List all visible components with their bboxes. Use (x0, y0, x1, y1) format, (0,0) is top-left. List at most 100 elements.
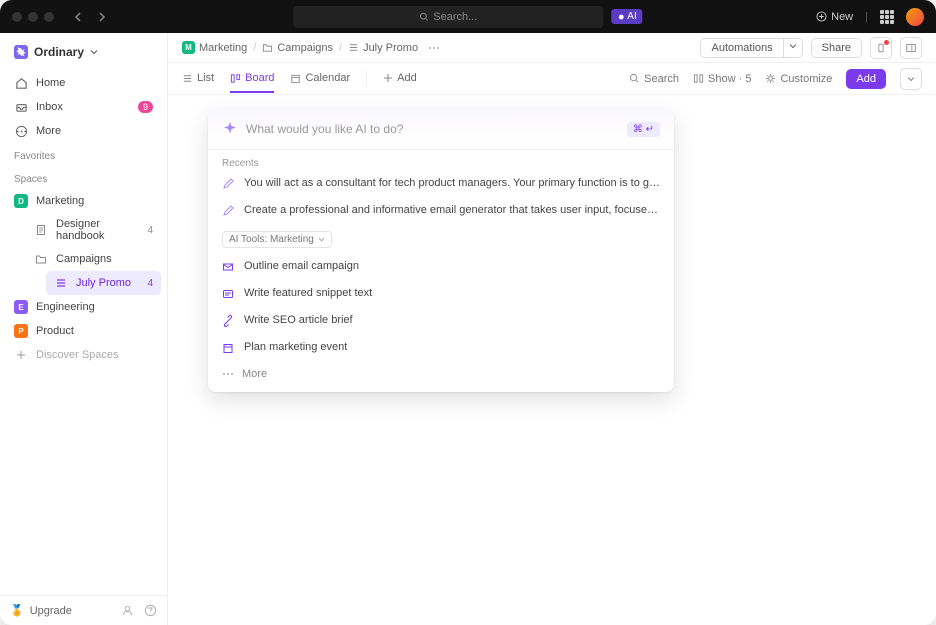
minimize-light[interactable] (28, 12, 38, 22)
header: M Marketing / Campaigns / July Promo (168, 33, 936, 63)
upgrade-icon: 🏅 (10, 604, 24, 617)
more-icon (14, 124, 28, 138)
space-badge: P (14, 324, 28, 338)
automations-chevron[interactable] (783, 38, 803, 58)
folder-campaigns[interactable]: Campaigns (26, 247, 161, 271)
inbox-count: 9 (138, 101, 153, 113)
view-show[interactable]: Show · 5 (693, 73, 751, 85)
traffic-lights (12, 12, 54, 22)
recents-label: Recents (208, 150, 674, 171)
ai-recent-item[interactable]: You will act as a consultant for tech pr… (208, 171, 674, 198)
sparkle-icon (617, 13, 625, 21)
panel-toggle[interactable] (900, 37, 922, 59)
discover-spaces[interactable]: Discover Spaces (6, 343, 161, 367)
new-button[interactable]: New (816, 11, 853, 23)
ai-tool-plan-event[interactable]: Plan marketing event (208, 335, 674, 362)
spaces-label: Spaces (0, 166, 167, 189)
more-dots-icon[interactable] (428, 42, 440, 54)
add-task-button[interactable]: Add (846, 69, 886, 89)
pencil-icon (222, 205, 236, 219)
view-calendar[interactable]: Calendar (290, 72, 350, 93)
notification-dot (884, 40, 889, 45)
list-july-promo[interactable]: July Promo 4 (46, 271, 161, 295)
user-avatar[interactable] (906, 8, 924, 26)
snippet-icon (222, 288, 236, 302)
mail-icon (222, 261, 236, 275)
apps-icon[interactable] (880, 10, 894, 24)
space-badge: D (14, 194, 28, 208)
calendar-icon (290, 73, 301, 84)
nav-back[interactable] (70, 8, 88, 26)
space-engineering[interactable]: E Engineering (6, 295, 161, 319)
ai-tool-outline-email[interactable]: Outline email campaign (208, 254, 674, 281)
inbox-icon (14, 100, 28, 114)
zoom-light[interactable] (44, 12, 54, 22)
global-search[interactable]: Search... (293, 6, 603, 28)
view-search[interactable]: Search (629, 73, 679, 85)
workspace-name: Ordinary (34, 45, 84, 59)
notifications-button[interactable] (870, 37, 892, 59)
more-dots-icon (222, 368, 234, 380)
crumb-marketing[interactable]: M Marketing (182, 41, 247, 54)
close-light[interactable] (12, 12, 22, 22)
ai-tool-seo[interactable]: Write SEO article brief (208, 308, 674, 335)
link-icon (222, 315, 236, 329)
view-board[interactable]: Board (230, 72, 274, 93)
space-badge: E (14, 300, 28, 314)
calendar-icon (222, 342, 236, 356)
board-area: What would you like AI to do? ⌘ ↵ Recent… (168, 95, 936, 625)
automations-button[interactable]: Automations (700, 38, 802, 58)
ai-more[interactable]: More (208, 362, 674, 392)
chevron-down-icon (318, 236, 325, 243)
view-customize[interactable]: Customize (765, 73, 832, 85)
plus-icon (14, 348, 28, 362)
plus-circle-icon (816, 11, 827, 22)
view-list[interactable]: List (182, 72, 214, 93)
list-icon (54, 276, 68, 290)
plus-icon (383, 73, 393, 83)
ai-filter[interactable]: AI Tools: Marketing (222, 231, 332, 248)
search-icon (629, 73, 640, 84)
share-button[interactable]: Share (811, 38, 862, 58)
nav-forward[interactable] (92, 8, 110, 26)
ai-tool-snippet[interactable]: Write featured snippet text (208, 281, 674, 308)
folder-handbook[interactable]: Designer handbook 4 (26, 213, 161, 247)
nav-home[interactable]: Home (6, 71, 161, 95)
content: M Marketing / Campaigns / July Promo (168, 33, 936, 625)
nav-more[interactable]: More (6, 119, 161, 143)
sidebar: Ordinary Home Inbox 9 More Favorites (0, 33, 168, 625)
views-bar: List Board Calendar Add (168, 63, 936, 95)
crumb-campaigns[interactable]: Campaigns (262, 42, 333, 54)
workspace-logo (14, 45, 28, 59)
help-icon[interactable] (144, 604, 157, 617)
list-icon (348, 42, 359, 53)
sparkle-icon (222, 121, 238, 137)
view-add[interactable]: Add (383, 72, 417, 93)
ai-panel: What would you like AI to do? ⌘ ↵ Recent… (208, 109, 674, 392)
nav-inbox[interactable]: Inbox 9 (6, 95, 161, 119)
space-marketing[interactable]: D Marketing (6, 189, 161, 213)
space-product[interactable]: P Product (6, 319, 161, 343)
favorites-label: Favorites (0, 143, 167, 166)
folder-icon (262, 42, 273, 53)
add-task-chevron[interactable] (900, 68, 922, 90)
gear-icon (765, 73, 776, 84)
pencil-icon (222, 178, 236, 192)
columns-icon (693, 73, 704, 84)
chevron-down-icon (90, 48, 98, 56)
person-icon[interactable] (121, 604, 134, 617)
document-icon (34, 223, 48, 237)
titlebar: Search... AI New | (0, 0, 936, 33)
board-icon (230, 73, 241, 84)
search-placeholder: Search... (433, 11, 477, 23)
crumb-july[interactable]: July Promo (348, 42, 418, 54)
sidebar-footer: 🏅 Upgrade (0, 595, 167, 625)
ai-input[interactable]: What would you like AI to do? ⌘ ↵ (208, 109, 674, 150)
breadcrumb: M Marketing / Campaigns / July Promo (182, 41, 440, 54)
ai-badge[interactable]: AI (611, 9, 642, 24)
workspace-selector[interactable]: Ordinary (0, 33, 167, 71)
list-icon (182, 73, 193, 84)
ai-shortcut: ⌘ ↵ (627, 122, 660, 137)
ai-recent-item[interactable]: Create a professional and informative em… (208, 198, 674, 225)
upgrade-link[interactable]: Upgrade (30, 605, 72, 617)
